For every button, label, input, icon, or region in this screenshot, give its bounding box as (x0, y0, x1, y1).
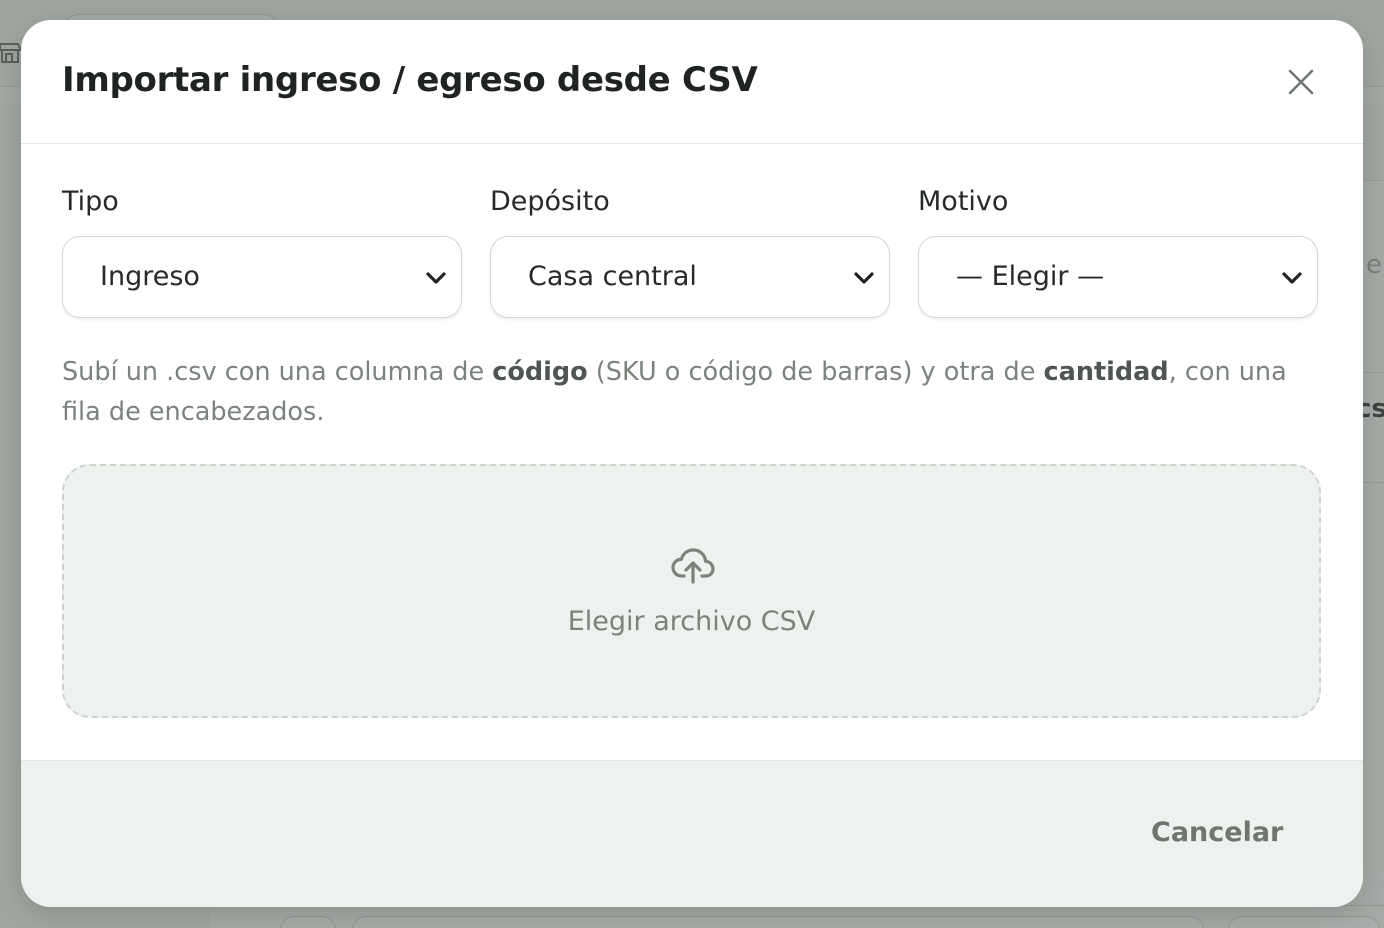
close-icon (1288, 69, 1314, 95)
help-text-bold: cantidad (1043, 357, 1169, 387)
store-icon (0, 43, 22, 63)
tipo-select-value: Ingreso (100, 261, 200, 292)
cloud-upload-icon (671, 548, 715, 584)
background-text: e (1366, 250, 1382, 280)
deposito-label: Depósito (490, 186, 610, 217)
csv-dropzone[interactable]: Elegir archivo CSV (62, 464, 1321, 718)
dropzone-label: Elegir archivo CSV (567, 606, 816, 637)
chevron-down-icon (426, 272, 446, 284)
help-text-part: Subí un .csv con una columna de (62, 357, 493, 387)
motivo-label: Motivo (918, 186, 1009, 217)
modal-header: Importar ingreso / egreso desde CSV (21, 20, 1363, 144)
background-pill (352, 916, 1204, 928)
help-text-bold: código (492, 357, 588, 387)
help-text: Subí un .csv con una columna de código (… (62, 352, 1324, 432)
tipo-select[interactable]: Ingreso (62, 236, 462, 318)
motivo-select-value: — Elegir — (956, 261, 1105, 292)
modal-title: Importar ingreso / egreso desde CSV (62, 60, 758, 100)
chevron-down-icon (854, 272, 874, 284)
help-text-part: (SKU o código de barras) y otra de (587, 357, 1044, 387)
background-pill (1228, 916, 1380, 928)
deposito-select[interactable]: Casa central (490, 236, 890, 318)
close-button[interactable] (1283, 64, 1319, 100)
motivo-select[interactable]: — Elegir — (918, 236, 1318, 318)
deposito-select-value: Casa central (528, 261, 697, 292)
modal-footer: Cancelar (21, 760, 1363, 907)
background-pill (280, 916, 336, 928)
chevron-down-icon (1282, 272, 1302, 284)
cancel-button[interactable]: Cancelar (1151, 817, 1283, 848)
tipo-label: Tipo (62, 186, 119, 217)
import-csv-modal: Importar ingreso / egreso desde CSV Tipo… (21, 20, 1363, 907)
